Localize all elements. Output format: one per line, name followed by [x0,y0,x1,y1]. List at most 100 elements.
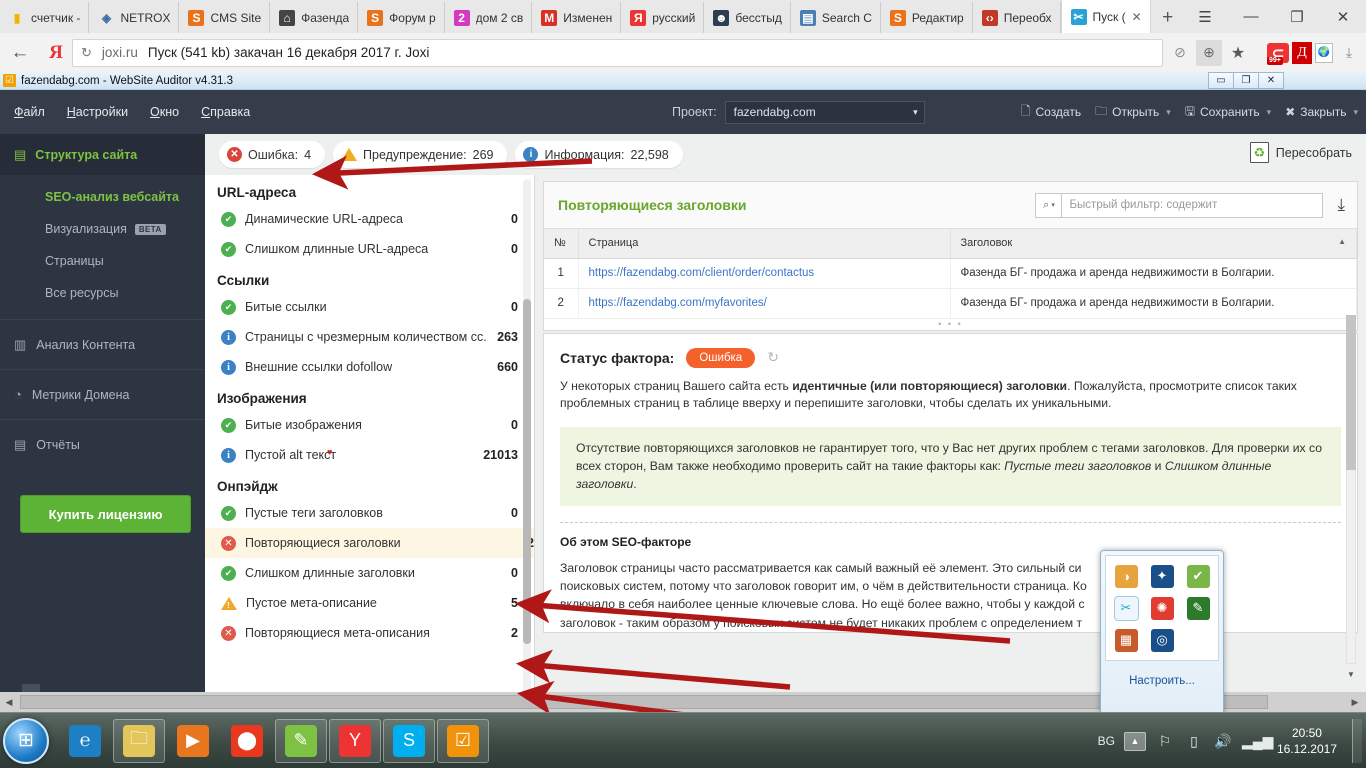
chevron-down-icon[interactable]: ▾ [1166,107,1171,118]
factor-row-1[interactable]: ✔Слишком длинные URL-адреса0 [217,234,518,264]
table-row[interactable]: 1https://fazendabg.com/client/order/cont… [544,258,1357,288]
browser-tab-0[interactable]: ▮счетчик - [0,2,89,33]
app-restore-button[interactable]: ❐ [1233,72,1259,89]
factor-row-3[interactable]: iСтраницы с чрезмерным количеством сс...… [217,322,518,352]
summary-pill-info[interactable]: iИнформация:22,598 [515,141,682,168]
adblock-extension-icon[interactable]: ⊂ 99+ [1267,43,1289,63]
detail-scrollbar-thumb[interactable] [1346,315,1356,470]
factor-row-6[interactable]: iПустой alt текст21013 [217,440,518,470]
shield-check-icon[interactable]: ✔ [1187,565,1210,588]
browser-tab-9[interactable]: ▤Search C [791,2,881,33]
factor-row-0[interactable]: ✔Динамические URL-адреса0 [217,204,518,234]
bluetooth-icon[interactable]: ✦ [1151,565,1174,588]
factor-row-10[interactable]: Пустое мета-описание5 [217,588,518,618]
language-indicator[interactable]: BG [1098,734,1115,748]
address-bar[interactable]: ↻ joxi.ru Пуск (541 kb) закачан 16 декаб… [72,39,1163,67]
sidebar-subitem-3[interactable]: Все ресурсы [0,277,205,309]
battery-icon[interactable]: ▯ [1184,733,1204,750]
action-открыть[interactable]: 🗀Открыть▾ [1095,102,1171,123]
translate-globe-icon[interactable]: ⊕ [1196,40,1222,66]
browser-tab-8[interactable]: ☻бесстыд [704,2,791,33]
menu-item-3[interactable]: Справка [201,105,250,119]
taskbar-item-5[interactable]: Y [329,719,381,763]
app-minimize-button[interactable]: ▭ [1208,72,1234,89]
taskbar-item-2[interactable]: ▶ [167,719,219,763]
horizontal-scroll-thumb[interactable] [20,695,1268,709]
taskbar-item-1[interactable]: 🗀 [113,719,165,763]
bookmark-star-icon[interactable]: ★ [1225,40,1251,66]
factor-row-2[interactable]: ✔Битые ссылки0 [217,292,518,322]
show-desktop-button[interactable] [1352,719,1362,763]
column-header-title[interactable]: Заголовок ▲ [950,229,1357,258]
factor-row-7[interactable]: ✔Пустые теги заголовков0 [217,498,518,528]
factor-row-5[interactable]: ✔Битые изображения0 [217,410,518,440]
sidebar-item-site-structure[interactable]: ▤ Структура сайта [0,134,205,175]
taskbar-item-0[interactable]: ℮ [59,719,111,763]
scroll-right-arrow-icon[interactable]: ▶ [1346,697,1364,708]
taskbar-item-3[interactable]: ⬤ [221,719,273,763]
pane-splitter-handle[interactable]: ··· [528,433,535,457]
table-row[interactable]: 2https://fazendabg.com/myfavorites/Фазен… [544,288,1357,318]
windows-start-orb[interactable]: ⊞ [3,718,49,764]
action-создать[interactable]: 🗋Создать [1021,102,1081,123]
chevron-down-icon[interactable]: ▾ [1353,107,1358,118]
block-icon[interactable]: ⊘ [1167,40,1193,66]
browser-minimize-button[interactable]: — [1228,0,1274,33]
page-link[interactable]: https://fazendabg.com/client/order/conta… [589,267,815,279]
app-close-button[interactable]: ✕ [1258,72,1284,89]
sidebar-group-2[interactable]: ▤Отчёты [0,419,205,469]
reload-icon[interactable]: ↻ [81,45,92,61]
taskbar-item-7[interactable]: ☑ [437,719,489,763]
taskbar-item-6[interactable]: S [383,719,435,763]
menu-item-1[interactable]: Настройки [67,105,128,119]
browser-tab-1[interactable]: ◈NETROX [89,2,179,33]
action-закрыть[interactable]: ✖Закрыть▾ [1285,105,1358,119]
paint-icon[interactable]: ✎ [1187,597,1210,620]
volume-icon[interactable]: 🔊 [1213,733,1233,750]
scroll-down-arrow-icon[interactable]: ▼ [1346,668,1356,682]
column-header-number[interactable]: № [544,229,578,258]
sidebar-group-1[interactable]: ◔Метрики Домена [0,369,205,419]
search-magnifier-icon[interactable]: ⌕▾ [1035,193,1061,218]
browser-menu-button[interactable]: ☰ [1182,0,1228,33]
network-flag-icon[interactable]: ⚐ [1155,733,1175,750]
show-hidden-icons-arrow[interactable]: ▲ [1124,732,1146,751]
radar-icon[interactable]: ◎ [1151,629,1174,652]
sidebar-group-0[interactable]: ▥Анализ Контента [0,319,205,369]
factor-row-9[interactable]: ✔Слишком длинные заголовки0 [217,558,518,588]
table-resize-gripper[interactable]: • • • [544,319,1357,330]
downloads-icon[interactable]: ⤓ [1336,40,1362,66]
browser-restore-button[interactable]: ❐ [1274,0,1320,33]
new-tab-button[interactable]: + [1151,2,1185,33]
dzen-extension-icon[interactable]: Д [1292,42,1312,64]
summary-pill-warning[interactable]: Предупреждение:269 [333,141,507,168]
factor-row-8[interactable]: ✕Повторяющиеся заголовки2 [205,528,534,558]
browser-tab-12[interactable]: ✂Пуск (✕ [1061,0,1151,33]
settings-gear-icon[interactable]: ✺ [1151,597,1174,620]
scroll-left-arrow-icon[interactable]: ◀ [0,697,18,708]
browser-tab-11[interactable]: ‹›Переобх [973,2,1061,33]
factor-row-11[interactable]: ✕Повторяющиеся мета-описания2 [217,618,518,648]
sidebar-subitem-0[interactable]: SEO-анализ вебсайта [0,181,205,213]
menu-item-2[interactable]: Окно [150,105,179,119]
browser-tab-2[interactable]: SCMS Site [179,2,270,33]
taskbar-clock[interactable]: 20:50 16.12.2017 [1271,725,1343,757]
signal-bars-icon[interactable]: ▂▄▆ [1242,733,1262,750]
sidebar-subitem-2[interactable]: Страницы [0,245,205,277]
rebuild-button[interactable]: ♻ Пересобрать [1250,142,1352,163]
notes-extension-icon[interactable]: 🌍 [1315,43,1333,63]
back-button[interactable]: ← [0,42,40,64]
download-icon[interactable]: ⤓ [1337,195,1345,215]
refresh-icon[interactable]: ↻ [767,349,779,366]
summary-pill-error[interactable]: ✕Ошибка:4 [219,141,325,168]
tray-configure-link[interactable]: Настроить... [1105,661,1219,687]
menu-item-0[interactable]: Файл [14,105,45,119]
column-header-page[interactable]: Страница [578,229,950,258]
buy-license-button[interactable]: Купить лицензию [20,495,191,533]
browser-tab-10[interactable]: SРедактир [881,2,973,33]
page-link[interactable]: https://fazendabg.com/myfavorites/ [589,297,767,309]
taskbar-item-4[interactable]: ✎ [275,719,327,763]
action-сохранить[interactable]: 🖫Сохранить▾ [1185,102,1271,123]
sidebar-subitem-1[interactable]: ВизуализацияBETA [0,213,205,245]
factor-scrollbar-thumb[interactable] [523,299,531,644]
